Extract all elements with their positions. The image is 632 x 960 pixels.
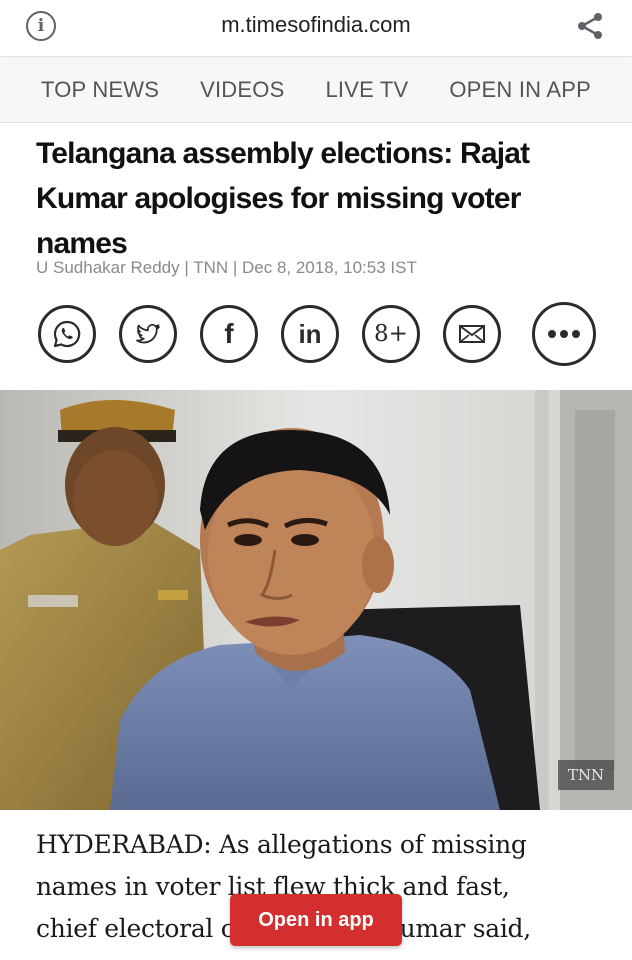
nav-live-tv[interactable]: LIVE TV [325, 77, 408, 103]
email-icon [459, 325, 485, 343]
browser-url-bar: i m.timesofindia.com [0, 0, 632, 57]
nav-open-in-app[interactable]: OPEN IN APP [449, 77, 591, 103]
url-text[interactable]: m.timesofindia.com [0, 12, 632, 38]
whatsapp-share-button[interactable] [38, 305, 96, 363]
image-credit: TNN [558, 760, 614, 790]
email-share-button[interactable] [443, 305, 501, 363]
nav-top-news[interactable]: TOP NEWS [41, 77, 159, 103]
google-plus-share-button[interactable]: 8+ [362, 305, 420, 363]
twitter-icon [136, 323, 160, 344]
article-line: HYDERABAD: As allegations of missing [36, 830, 527, 859]
share-icon[interactable] [574, 10, 606, 42]
nav-videos[interactable]: VIDEOS [200, 77, 284, 103]
more-share-button[interactable] [532, 302, 596, 366]
facebook-icon: f [224, 318, 234, 349]
article-photo [0, 390, 632, 810]
more-icon [548, 330, 580, 338]
share-buttons: f in 8+ [38, 302, 602, 372]
linkedin-share-button[interactable]: in [281, 305, 339, 363]
open-in-app-button[interactable]: Open in app [230, 894, 402, 946]
google-plus-icon: 8+ [374, 321, 408, 347]
linkedin-icon: in [298, 318, 322, 349]
section-nav: TOP NEWS VIDEOS LIVE TV OPEN IN APP [0, 58, 632, 123]
twitter-share-button[interactable] [119, 305, 177, 363]
whatsapp-icon [53, 320, 81, 348]
facebook-share-button[interactable]: f [200, 305, 258, 363]
article-byline: U Sudhakar Reddy | TNN | Dec 8, 2018, 10… [36, 258, 417, 277]
article-headline: Telangana assembly elections: Rajat Kuma… [36, 137, 530, 260]
